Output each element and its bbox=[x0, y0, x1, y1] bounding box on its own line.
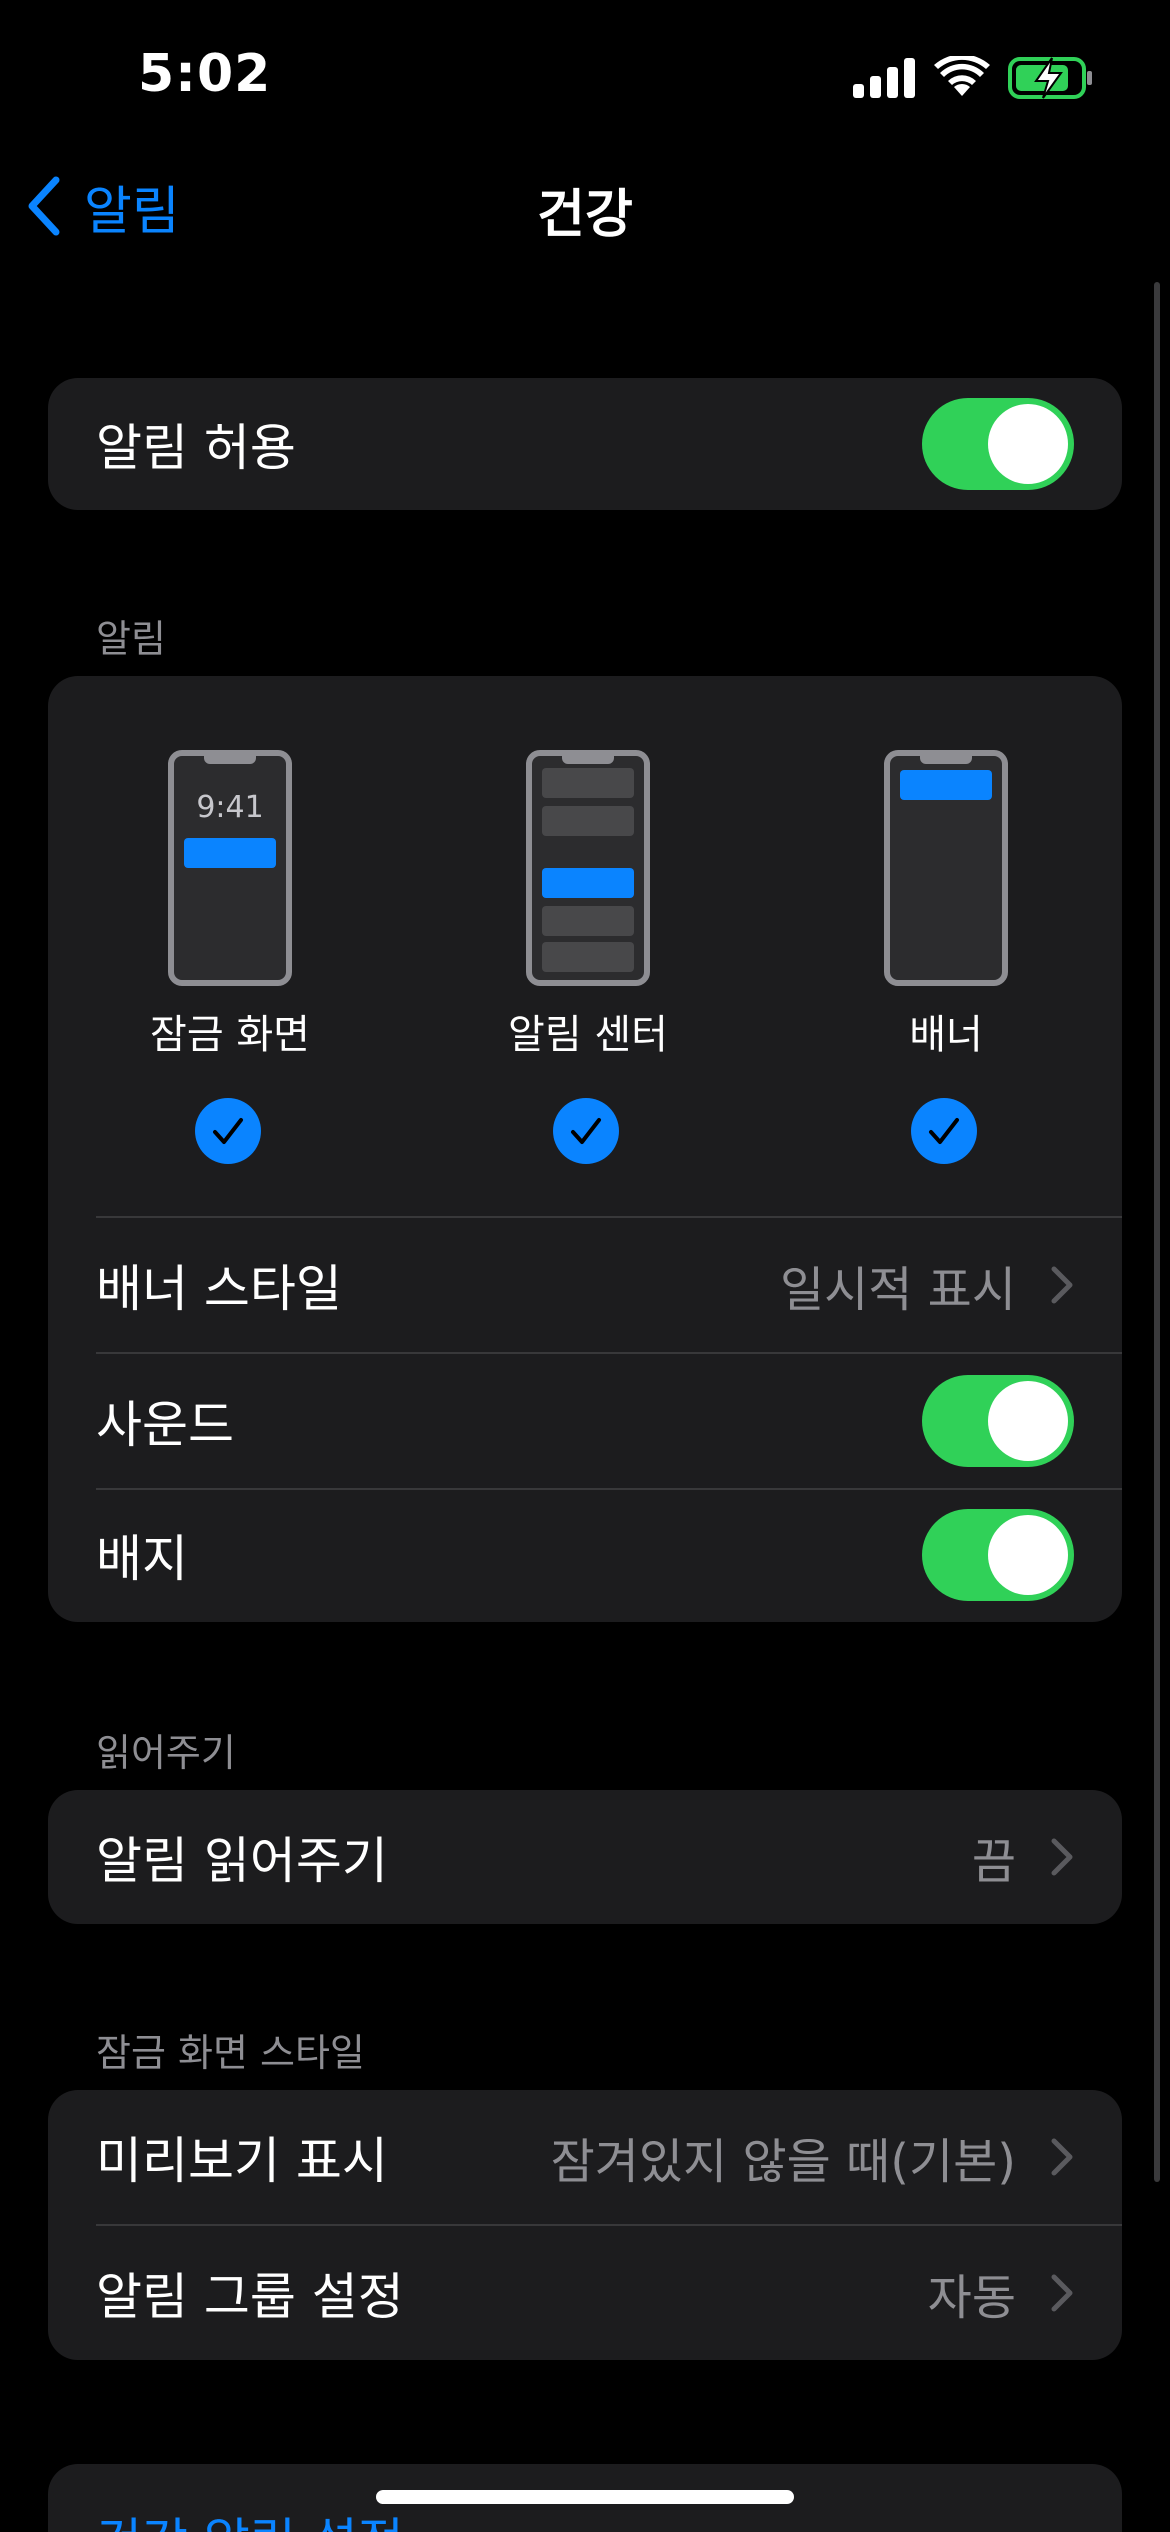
chevron-right-icon bbox=[1051, 1266, 1073, 1304]
badges-toggle[interactable] bbox=[922, 1509, 1074, 1601]
scroll-indicator bbox=[1154, 282, 1160, 2182]
notification-grouping-value: 자동 bbox=[927, 2270, 1016, 2326]
show-previews-label: 미리보기 표시 bbox=[96, 2132, 388, 2190]
battery-charging-icon bbox=[1008, 56, 1094, 100]
home-indicator[interactable] bbox=[376, 2490, 794, 2504]
lock-screen-checkmark[interactable] bbox=[195, 1098, 261, 1164]
status-time: 5:02 bbox=[138, 44, 272, 104]
lock-screen-section-header: 잠금 화면 스타일 bbox=[96, 2031, 365, 2075]
chevron-right-icon bbox=[1051, 2274, 1073, 2312]
allow-notifications-toggle[interactable] bbox=[922, 398, 1074, 490]
notification-grouping-row[interactable]: 알림 그룹 설정 자동 bbox=[48, 2226, 1122, 2360]
health-settings-link[interactable]: 건강 알림 설정 bbox=[96, 2502, 404, 2532]
badges-row: 배지 bbox=[48, 1488, 1122, 1622]
notification-center-preview[interactable] bbox=[526, 750, 650, 986]
chevron-right-icon bbox=[1051, 1838, 1073, 1876]
show-previews-value: 잠겨있지 않을 때(기본) bbox=[550, 2134, 1016, 2190]
alerts-section-header: 알림 bbox=[96, 617, 166, 661]
announce-notifications-value: 끔 bbox=[971, 1834, 1016, 1890]
alerts-group: 9:41 잠금 화면 알림 센터 배너 배너 스타일 일시적 표시 사운드 배지 bbox=[48, 676, 1122, 1622]
sounds-row: 사운드 bbox=[48, 1354, 1122, 1488]
lock-screen-group: 미리보기 표시 잠겨있지 않을 때(기본) 알림 그룹 설정 자동 bbox=[48, 2090, 1122, 2360]
lock-screen-label: 잠금 화면 bbox=[150, 1012, 310, 1058]
notification-center-label: 알림 센터 bbox=[508, 1012, 668, 1058]
cellular-signal-icon bbox=[853, 58, 915, 98]
announce-section-header: 읽어주기 bbox=[96, 1731, 236, 1775]
banner-preview[interactable] bbox=[884, 750, 1008, 986]
chevron-right-icon bbox=[1051, 2138, 1073, 2176]
wifi-icon bbox=[934, 54, 990, 98]
checkmark-icon bbox=[213, 1118, 243, 1144]
lock-screen-preview[interactable]: 9:41 bbox=[168, 750, 292, 986]
sounds-label: 사운드 bbox=[96, 1396, 234, 1454]
badges-label: 배지 bbox=[96, 1530, 188, 1588]
page-title: 건강 bbox=[537, 185, 633, 245]
allow-notifications-row: 알림 허용 bbox=[48, 378, 1122, 510]
sounds-toggle[interactable] bbox=[922, 1375, 1074, 1467]
checkmark-icon bbox=[929, 1118, 959, 1144]
notification-center-checkmark[interactable] bbox=[553, 1098, 619, 1164]
notification-grouping-label: 알림 그룹 설정 bbox=[96, 2268, 404, 2326]
announce-group: 알림 읽어주기 끔 bbox=[48, 1790, 1122, 1924]
banner-style-row[interactable]: 배너 스타일 일시적 표시 bbox=[48, 1218, 1122, 1352]
announce-notifications-row[interactable]: 알림 읽어주기 끔 bbox=[48, 1790, 1122, 1924]
show-previews-row[interactable]: 미리보기 표시 잠겨있지 않을 때(기본) bbox=[48, 2090, 1122, 2224]
preview-time: 9:41 bbox=[196, 790, 264, 825]
banner-label: 배너 bbox=[909, 1012, 983, 1058]
checkmark-icon bbox=[571, 1118, 601, 1144]
allow-notifications-label: 알림 허용 bbox=[96, 419, 296, 477]
banner-checkmark[interactable] bbox=[911, 1098, 977, 1164]
announce-notifications-label: 알림 읽어주기 bbox=[96, 1832, 388, 1890]
allow-notifications-group: 알림 허용 bbox=[48, 378, 1122, 510]
banner-style-value: 일시적 표시 bbox=[779, 1262, 1016, 1318]
banner-style-label: 배너 스타일 bbox=[96, 1260, 342, 1318]
